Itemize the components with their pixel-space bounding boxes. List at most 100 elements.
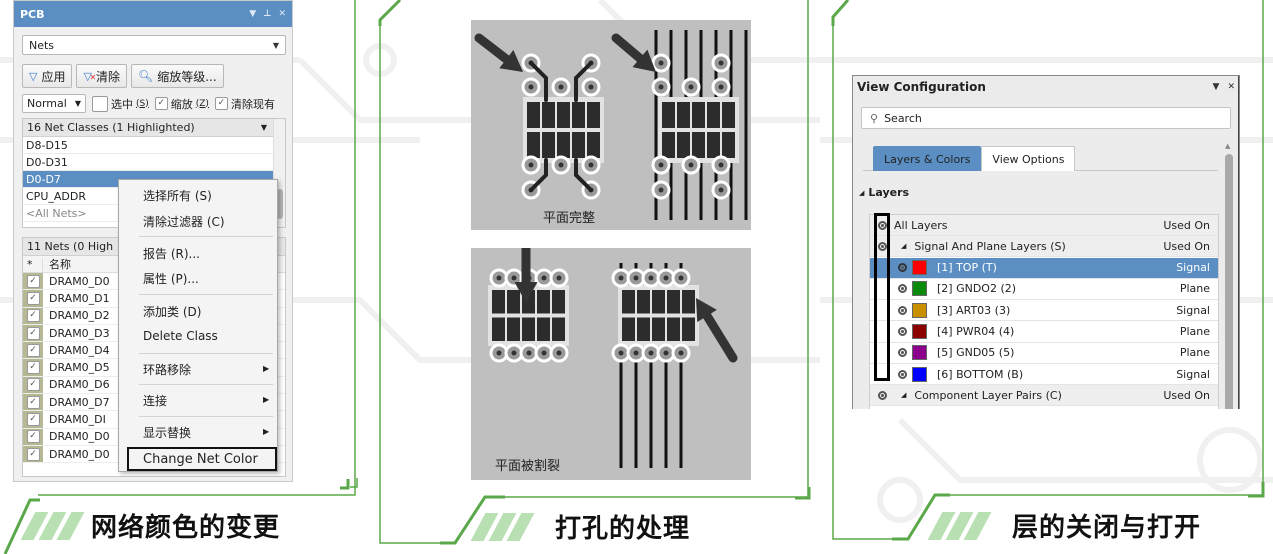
net-class-item[interactable]: D0-D31 — [23, 154, 285, 171]
layer-color-swatch[interactable] — [912, 324, 927, 339]
mode-dropdown[interactable]: Nets ▼ — [22, 35, 286, 55]
eye-icon[interactable] — [898, 348, 907, 358]
tab-layers-colors[interactable]: Layers & Colors — [873, 146, 982, 171]
net-color-cell[interactable]: ✓ — [23, 445, 43, 463]
tab-label: View Options — [992, 152, 1065, 166]
eye-icon[interactable] — [878, 241, 887, 251]
column-star[interactable]: * — [23, 257, 43, 271]
checkbox-checked-icon[interactable]: ✓ — [214, 97, 228, 110]
menu-item-connect[interactable]: 连接 ▶ — [143, 392, 269, 409]
menu-item-loop-removal[interactable]: 环路移除 ▶ — [143, 361, 269, 378]
menu-item-label: 显示替换 — [143, 426, 192, 440]
checkbox-checked-icon[interactable]: ✓ — [26, 326, 40, 340]
panel-menu-icon[interactable]: ▼ — [249, 9, 256, 19]
eye-icon[interactable] — [878, 220, 887, 230]
context-menu: 选择所有 (S) 清除过滤器 (C) 报告 (R)... 属性 (P)... 添… — [118, 179, 278, 472]
row-label: [3] ART03 (3) — [937, 303, 1011, 317]
eye-icon[interactable] — [898, 369, 907, 379]
net-color-cell[interactable]: ✓ — [23, 376, 43, 394]
clear-button[interactable]: ▽ ✕ 清除 — [76, 64, 127, 88]
row-label: Component Layer Pairs (C) — [914, 388, 1062, 402]
row-label: [4] PWR04 (4) — [937, 325, 1015, 338]
checkbox-checked-icon[interactable]: ✓ — [26, 430, 40, 444]
caption-layer-toggle: 层的关闭与打开 — [927, 507, 1201, 544]
menu-item-report[interactable]: 报告 (R)... — [143, 245, 200, 262]
select-checkbox[interactable]: 选中 (S) — [92, 95, 149, 112]
menu-item-select-all[interactable]: 选择所有 (S) — [143, 187, 212, 204]
layer-row[interactable]: [1] TOP (T) Signal — [870, 257, 1218, 279]
net-classes-header[interactable]: 16 Net Classes (1 Highlighted) ▼ — [23, 119, 285, 137]
layer-row[interactable]: [6] BOTTOM (B) Signal — [870, 364, 1218, 386]
column-name[interactable]: 名称 — [43, 256, 71, 272]
net-color-cell[interactable]: ✓ — [23, 273, 43, 290]
close-icon[interactable]: ✕ — [1227, 82, 1235, 92]
checkbox-checked-icon[interactable]: ✓ — [26, 274, 40, 288]
checkbox-checked-icon[interactable]: ✓ — [26, 413, 40, 427]
layer-group-row[interactable]: ◢ Component Layer Pairs (C) Used On — [870, 385, 1218, 407]
layer-row[interactable]: [2] GNDO2 (2) Plane — [870, 279, 1218, 300]
layer-color-swatch[interactable] — [912, 302, 927, 318]
checkbox-unchecked[interactable] — [92, 95, 108, 112]
menu-item-properties[interactable]: 属性 (P)... — [143, 270, 199, 287]
eye-icon[interactable] — [898, 327, 907, 336]
layer-row[interactable]: [3] ART03 (3) Signal — [870, 300, 1218, 322]
checkbox-checked-icon[interactable]: ✓ — [26, 291, 40, 305]
zoom-checkbox[interactable]: ✓ 缩放 (Z) — [154, 96, 209, 112]
layer-group-row[interactable]: ◢ Signal And Plane Layers (S) Used On — [870, 236, 1218, 258]
close-icon[interactable]: ✕ — [278, 9, 286, 19]
layer-color-swatch[interactable] — [912, 260, 927, 276]
checkbox-checked-icon[interactable]: ✓ — [26, 378, 40, 392]
via-hole — [678, 275, 684, 281]
net-class-item[interactable]: D8-D15 — [23, 137, 285, 154]
net-color-cell[interactable]: ✓ — [23, 324, 43, 342]
checkbox-checked-icon[interactable]: ✓ — [26, 343, 40, 357]
clear-button-label: 清除 — [95, 69, 120, 84]
layer-row[interactable]: [5] GND05 (5) Plane — [870, 343, 1218, 364]
layers-section-toggle[interactable]: ◢ Layers — [859, 186, 909, 199]
search-input[interactable]: ⚲ Search — [861, 107, 1231, 129]
menu-item-add-class[interactable]: 添加类 (D) — [143, 303, 201, 320]
menu-item-change-net-color[interactable]: Change Net Color — [127, 447, 277, 471]
highlight-mode-select[interactable]: Normal ▼ — [22, 94, 86, 113]
layer-color-swatch[interactable] — [912, 366, 927, 382]
scrollbar-thumb[interactable] — [1225, 154, 1233, 409]
via-hole — [556, 350, 562, 356]
checkbox-checked-icon[interactable]: ✓ — [26, 309, 40, 323]
menu-item-display-override[interactable]: 显示替换 ▶ — [143, 424, 269, 441]
checkbox-checked-icon[interactable]: ✓ — [26, 395, 40, 409]
net-name: DRAM0_DI — [49, 413, 106, 427]
collapse-triangle-icon[interactable]: ◢ — [901, 391, 906, 399]
checkbox-checked-icon[interactable]: ✓ — [154, 97, 168, 110]
tab-view-options[interactable]: View Options — [981, 146, 1076, 171]
eye-icon[interactable] — [898, 263, 907, 273]
zoom-level-button[interactable]: 🔍︎ 缩放等级... — [130, 64, 224, 88]
eye-icon[interactable] — [878, 390, 887, 400]
row-label: [5] GND05 (5) — [937, 346, 1015, 360]
net-color-cell[interactable]: ✓ — [23, 394, 43, 411]
net-color-cell[interactable]: ✓ — [23, 428, 43, 445]
layer-color-swatch[interactable] — [912, 281, 927, 297]
menu-item-delete-class[interactable]: Delete Class — [143, 329, 218, 343]
eye-icon[interactable] — [898, 284, 907, 294]
panel-menu-icon[interactable]: ▼ — [1213, 82, 1220, 92]
apply-button[interactable]: ▽ 应用 — [22, 64, 73, 88]
eye-icon[interactable] — [898, 305, 907, 315]
chip-pad — [572, 102, 585, 128]
net-color-cell[interactable]: ✓ — [23, 359, 43, 376]
clear-existing-checkbox[interactable]: ✓ 清除现有 — [214, 96, 275, 112]
net-color-cell[interactable]: ✓ — [23, 290, 43, 307]
view-config-scrollbar[interactable]: ▲ — [1225, 142, 1233, 409]
net-color-cell[interactable]: ✓ — [23, 342, 43, 359]
checkbox-checked-icon[interactable]: ✓ — [26, 361, 40, 375]
pin-icon[interactable]: ⊥ — [263, 9, 271, 19]
checkbox-checked-icon[interactable]: ✓ — [26, 447, 40, 461]
scroll-up-icon[interactable]: ▲ — [1225, 142, 1230, 150]
layer-color-swatch[interactable] — [912, 345, 927, 361]
net-color-cell[interactable]: ✓ — [23, 411, 43, 428]
all-layers-row[interactable]: All Layers Used On — [870, 215, 1218, 236]
net-color-cell[interactable]: ✓ — [23, 307, 43, 324]
layer-row[interactable]: [4] PWR04 (4) Plane — [870, 322, 1218, 343]
nets-header-text: 11 Nets (0 High — [27, 240, 114, 253]
collapse-triangle-icon[interactable]: ◢ — [901, 242, 906, 250]
menu-item-clear-filter[interactable]: 清除过滤器 (C) — [143, 213, 225, 230]
